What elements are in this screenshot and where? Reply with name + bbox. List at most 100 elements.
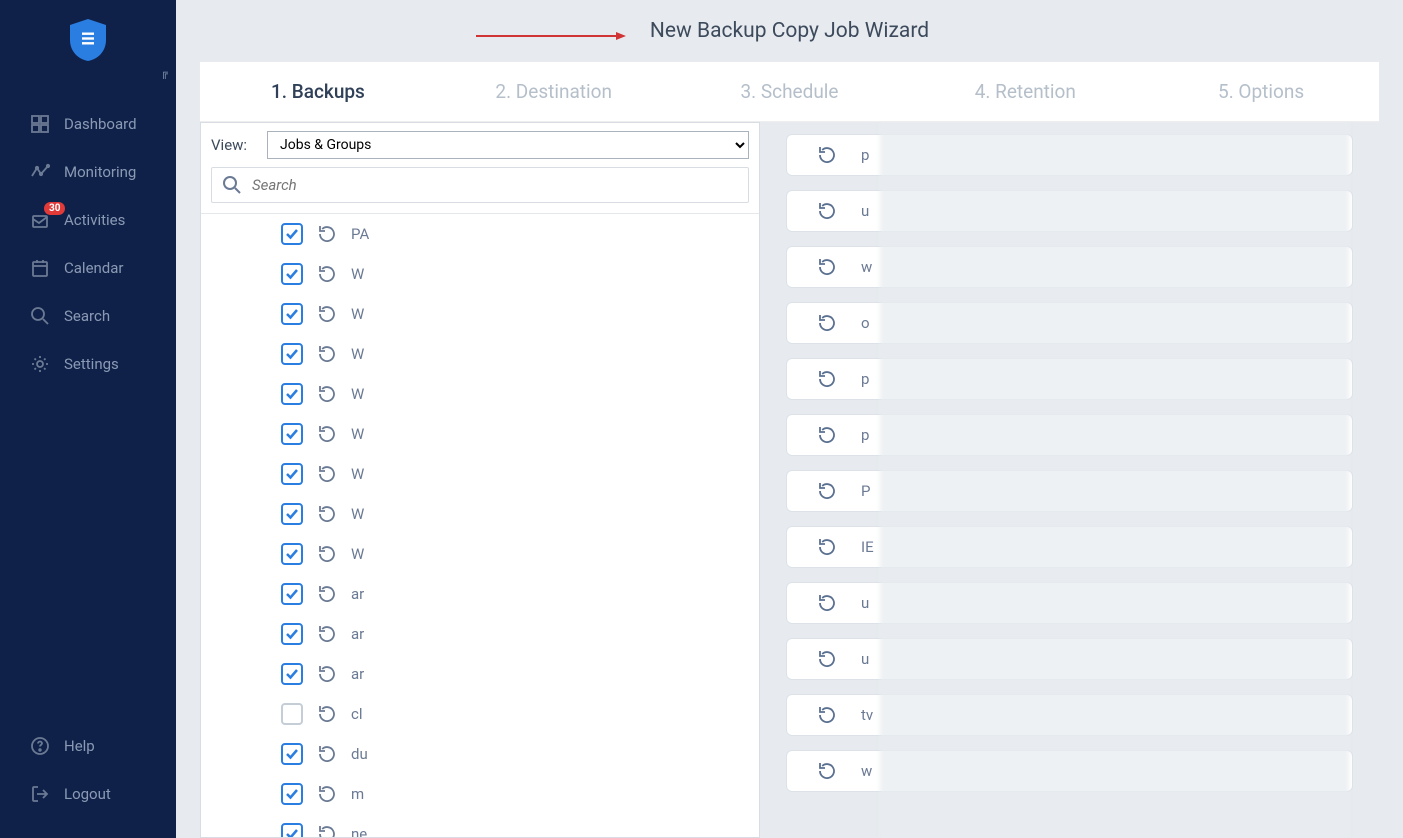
- sidebar-item-label: Settings: [64, 355, 119, 373]
- restore-icon: [817, 537, 837, 557]
- source-list[interactable]: PAWWWWWWWWarararcldumne: [201, 213, 759, 837]
- checkbox[interactable]: [281, 663, 303, 685]
- view-label: View:: [211, 136, 257, 154]
- restore-icon: [817, 145, 837, 165]
- list-item[interactable]: W: [201, 334, 759, 374]
- selected-card[interactable]: u: [786, 582, 1353, 624]
- list-item[interactable]: W: [201, 254, 759, 294]
- checkbox[interactable]: [281, 543, 303, 565]
- item-label: m: [351, 785, 364, 803]
- restore-icon: [317, 344, 337, 364]
- selected-panel: puwoppPIEuutvw: [760, 122, 1379, 838]
- list-item[interactable]: m: [201, 774, 759, 814]
- sidebar-item-monitoring[interactable]: Monitoring: [0, 148, 176, 196]
- restore-icon: [817, 257, 837, 277]
- search-input[interactable]: [252, 176, 738, 194]
- list-item[interactable]: cl: [201, 694, 759, 734]
- app-logo: ╔: [0, 0, 176, 80]
- restore-icon: [317, 624, 337, 644]
- list-item[interactable]: W: [201, 534, 759, 574]
- card-label: w: [861, 258, 872, 276]
- selected-card[interactable]: u: [786, 638, 1353, 680]
- sidebar-item-search[interactable]: Search: [0, 292, 176, 340]
- checkbox[interactable]: [281, 743, 303, 765]
- step-options[interactable]: 5. Options: [1143, 80, 1379, 103]
- activities-badge: 30: [44, 202, 65, 215]
- card-label: u: [861, 650, 869, 668]
- checkbox[interactable]: [281, 623, 303, 645]
- checkbox[interactable]: [281, 383, 303, 405]
- list-item[interactable]: W: [201, 294, 759, 334]
- list-item[interactable]: PA: [201, 214, 759, 254]
- nav-main: Dashboard Monitoring 30 Activities Calen…: [0, 80, 176, 722]
- restore-icon: [317, 544, 337, 564]
- sidebar-item-settings[interactable]: Settings: [0, 340, 176, 388]
- page-title: New Backup Copy Job Wizard: [650, 19, 929, 43]
- list-item[interactable]: ne: [201, 814, 759, 837]
- selected-card[interactable]: p: [786, 134, 1353, 176]
- sidebar-item-label: Calendar: [64, 259, 124, 277]
- selected-card[interactable]: u: [786, 190, 1353, 232]
- selected-card[interactable]: P: [786, 470, 1353, 512]
- selected-card[interactable]: w: [786, 246, 1353, 288]
- step-backups[interactable]: 1. Backups: [200, 80, 436, 103]
- sidebar-item-calendar[interactable]: Calendar: [0, 244, 176, 292]
- selected-card[interactable]: w: [786, 750, 1353, 792]
- restore-icon: [817, 425, 837, 445]
- view-select[interactable]: Jobs & Groups: [267, 131, 749, 159]
- selected-card[interactable]: o: [786, 302, 1353, 344]
- selected-card[interactable]: tv: [786, 694, 1353, 736]
- restore-icon: [317, 784, 337, 804]
- step-destination[interactable]: 2. Destination: [436, 80, 672, 103]
- dashboard-icon: [30, 114, 50, 134]
- wizard-steps: 1. Backups 2. Destination 3. Schedule 4.…: [200, 62, 1379, 122]
- card-label: u: [861, 594, 869, 612]
- selected-card[interactable]: p: [786, 358, 1353, 400]
- sidebar-item-help[interactable]: Help: [0, 722, 176, 770]
- selected-card[interactable]: p: [786, 414, 1353, 456]
- step-retention[interactable]: 4. Retention: [907, 80, 1143, 103]
- checkbox[interactable]: [281, 703, 303, 725]
- list-item[interactable]: ar: [201, 614, 759, 654]
- list-item[interactable]: W: [201, 414, 759, 454]
- list-item[interactable]: du: [201, 734, 759, 774]
- sidebar-item-activities[interactable]: 30 Activities: [0, 196, 176, 244]
- checkbox[interactable]: [281, 423, 303, 445]
- checkbox[interactable]: [281, 463, 303, 485]
- restore-icon: [317, 744, 337, 764]
- checkbox[interactable]: [281, 783, 303, 805]
- selected-card[interactable]: IE: [786, 526, 1353, 568]
- list-item[interactable]: ar: [201, 574, 759, 614]
- sidebar-item-label: Monitoring: [64, 163, 136, 181]
- monitoring-icon: [30, 162, 50, 182]
- card-label: tv: [861, 706, 873, 724]
- list-item[interactable]: W: [201, 494, 759, 534]
- checkbox[interactable]: [281, 583, 303, 605]
- list-item[interactable]: ar: [201, 654, 759, 694]
- item-label: cl: [351, 705, 363, 723]
- nav-bottom: Help Logout: [0, 722, 176, 838]
- wizard-content: View: Jobs & Groups PAWWWWWWWWarararcldu…: [200, 122, 1379, 838]
- card-label: p: [861, 426, 869, 444]
- restore-icon: [317, 264, 337, 284]
- list-item[interactable]: W: [201, 454, 759, 494]
- search-icon: [222, 175, 242, 195]
- sidebar-item-label: Help: [64, 737, 95, 755]
- checkbox[interactable]: [281, 263, 303, 285]
- step-schedule[interactable]: 3. Schedule: [672, 80, 908, 103]
- checkbox[interactable]: [281, 343, 303, 365]
- sidebar-item-label: Activities: [64, 211, 125, 229]
- sidebar: ╔ Dashboard Monitoring 30 Activities: [0, 0, 176, 838]
- list-item[interactable]: W: [201, 374, 759, 414]
- sidebar-item-dashboard[interactable]: Dashboard: [0, 100, 176, 148]
- checkbox[interactable]: [281, 503, 303, 525]
- checkbox[interactable]: [281, 223, 303, 245]
- checkbox[interactable]: [281, 303, 303, 325]
- checkbox[interactable]: [281, 823, 303, 837]
- arrow-annotation: [476, 26, 626, 36]
- main: New Backup Copy Job Wizard 1. Backups 2.…: [176, 0, 1403, 838]
- sidebar-item-logout[interactable]: Logout: [0, 770, 176, 818]
- restore-icon: [817, 761, 837, 781]
- item-label: ar: [351, 585, 364, 603]
- item-label: W: [351, 545, 364, 563]
